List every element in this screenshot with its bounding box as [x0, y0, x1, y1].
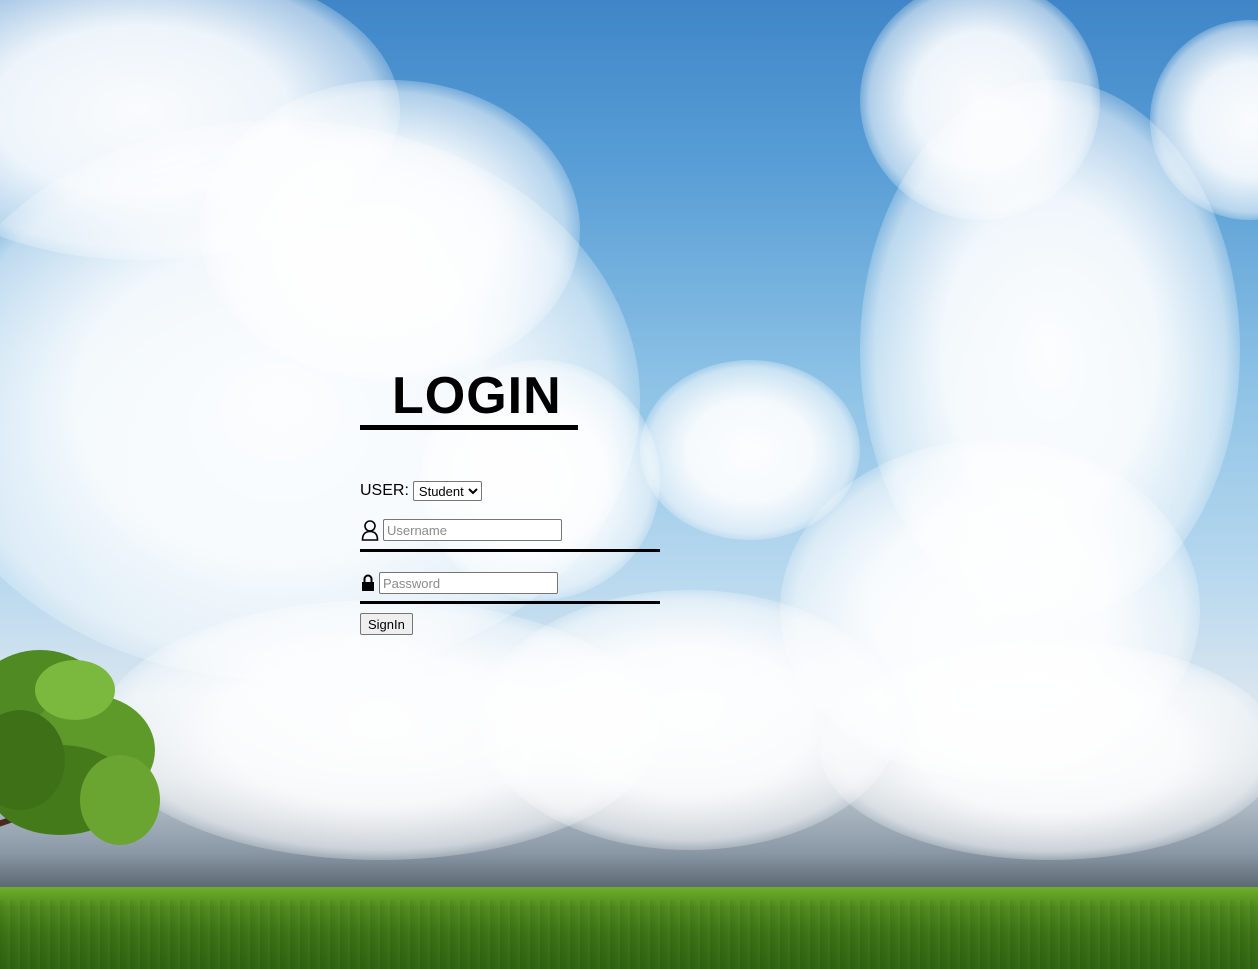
sky-background: [0, 0, 1258, 969]
password-input[interactable]: [379, 572, 558, 594]
title-underline: [360, 425, 578, 430]
user-type-row: USER: Student: [360, 481, 482, 501]
user-type-select[interactable]: Student: [412, 481, 482, 501]
user-type-label: USER:: [360, 482, 409, 499]
username-input[interactable]: [383, 519, 562, 541]
tree-image: [0, 650, 160, 845]
signin-button[interactable]: SignIn: [360, 613, 413, 635]
username-underline: [360, 549, 660, 552]
lock-icon: [360, 571, 376, 595]
user-icon: [360, 518, 380, 542]
page-title: LOGIN: [392, 367, 562, 425]
username-row: [360, 518, 562, 542]
password-row: [360, 571, 558, 595]
password-underline: [360, 601, 660, 604]
